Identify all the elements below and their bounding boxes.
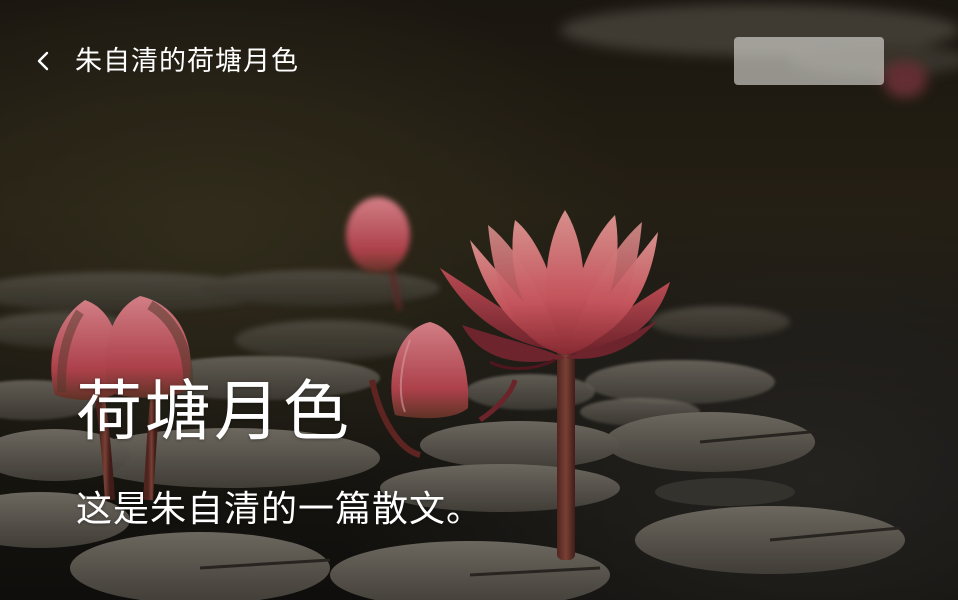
top-bar: 朱自清的荷塘月色 [0, 0, 958, 120]
hero-subtitle: 这是朱自清的一篇散文。 [76, 489, 484, 530]
chevron-left-icon [37, 51, 49, 71]
header-title: 朱自清的荷塘月色 [75, 46, 299, 77]
action-button[interactable] [734, 37, 884, 85]
screen: 朱自清的荷塘月色 荷塘月色 这是朱自清的一篇散文。 [0, 0, 958, 600]
hero-title: 荷塘月色 [76, 373, 352, 450]
back-button[interactable] [26, 44, 60, 78]
